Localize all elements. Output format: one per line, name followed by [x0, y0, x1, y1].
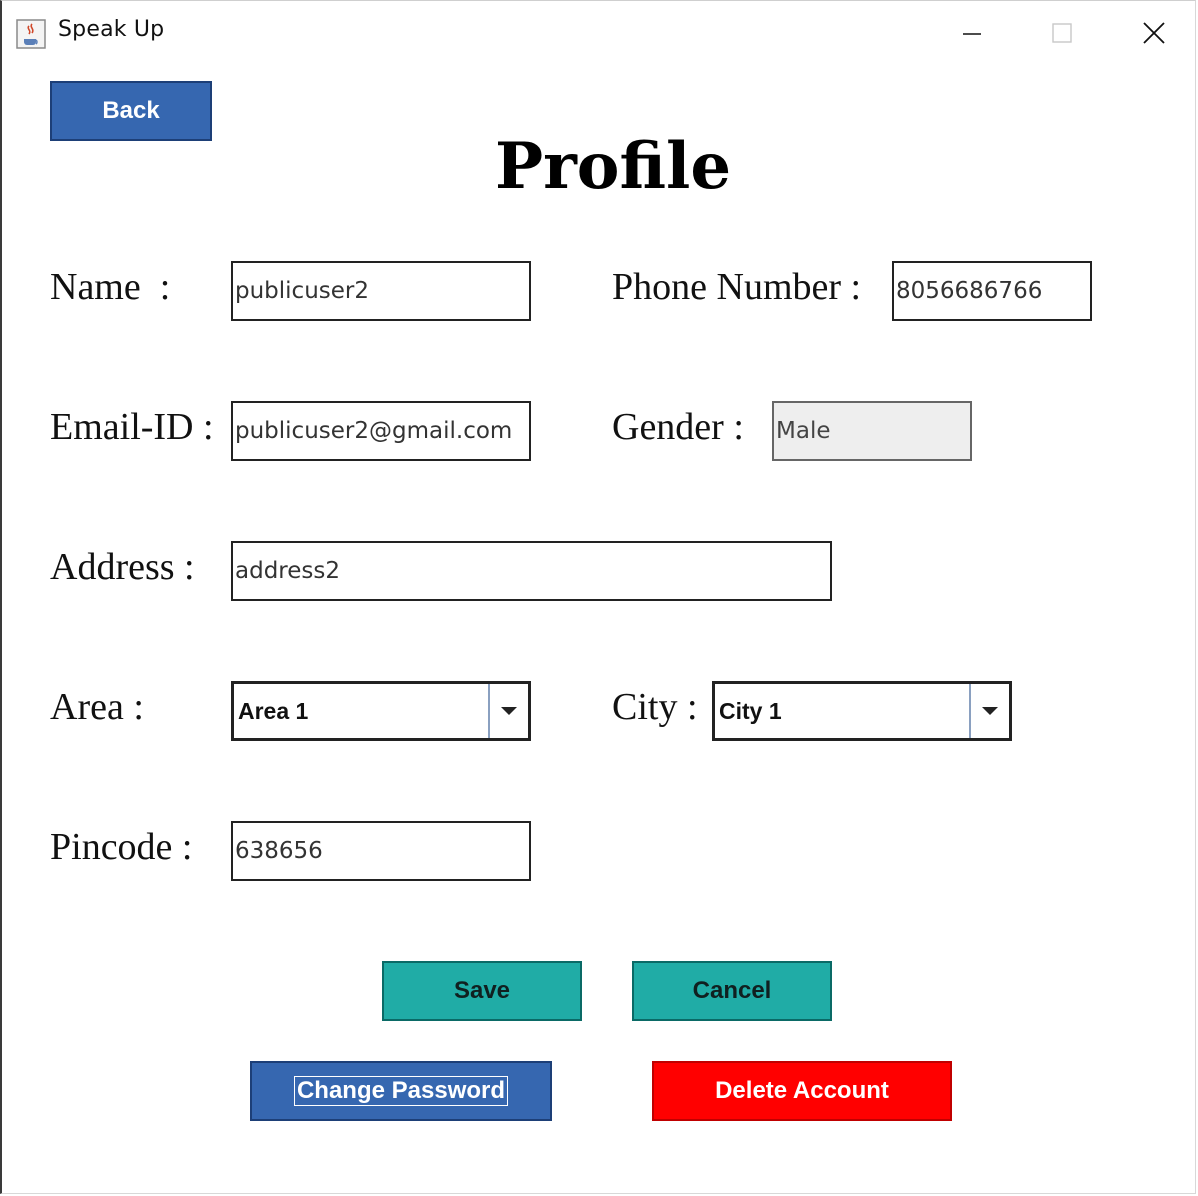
city-selected-value: City 1	[719, 697, 782, 724]
cancel-button[interactable]: Cancel	[632, 961, 832, 1021]
phone-number-field[interactable]	[892, 261, 1092, 321]
gender-label: Gender :	[612, 406, 744, 448]
area-dropdown[interactable]: Area 1	[231, 681, 531, 741]
address-label: Address :	[50, 546, 195, 588]
close-icon[interactable]	[1128, 11, 1180, 55]
chevron-down-icon[interactable]	[488, 684, 528, 738]
email-label: Email-ID :	[50, 406, 214, 448]
change-password-button[interactable]: Change Password	[250, 1061, 552, 1121]
maximize-icon[interactable]	[1036, 11, 1088, 55]
area-selected-value: Area 1	[238, 697, 309, 724]
gender-field	[772, 401, 972, 461]
delete-account-button[interactable]: Delete Account	[652, 1061, 952, 1121]
change-password-label: Change Password	[293, 1076, 509, 1106]
city-label: City :	[612, 686, 698, 728]
pincode-field[interactable]	[231, 821, 531, 881]
window-title: Speak Up	[58, 17, 165, 42]
area-label: Area :	[50, 686, 144, 728]
save-button[interactable]: Save	[382, 961, 582, 1021]
email-field[interactable]	[231, 401, 531, 461]
page-title: Profile	[494, 129, 732, 204]
java-cup-icon	[16, 19, 46, 49]
phone-number-label: Phone Number :	[612, 266, 862, 308]
name-label: Name :	[50, 266, 171, 308]
pincode-label: Pincode :	[50, 826, 193, 868]
chevron-down-icon[interactable]	[969, 684, 1009, 738]
name-field[interactable]	[231, 261, 531, 321]
city-dropdown[interactable]: City 1	[712, 681, 1012, 741]
title-bar: Speak Up	[2, 1, 1195, 65]
minimize-icon[interactable]	[946, 11, 998, 55]
address-field[interactable]	[231, 541, 832, 601]
app-window: Speak Up Back Profile Name : Phone Numbe…	[0, 0, 1196, 1194]
